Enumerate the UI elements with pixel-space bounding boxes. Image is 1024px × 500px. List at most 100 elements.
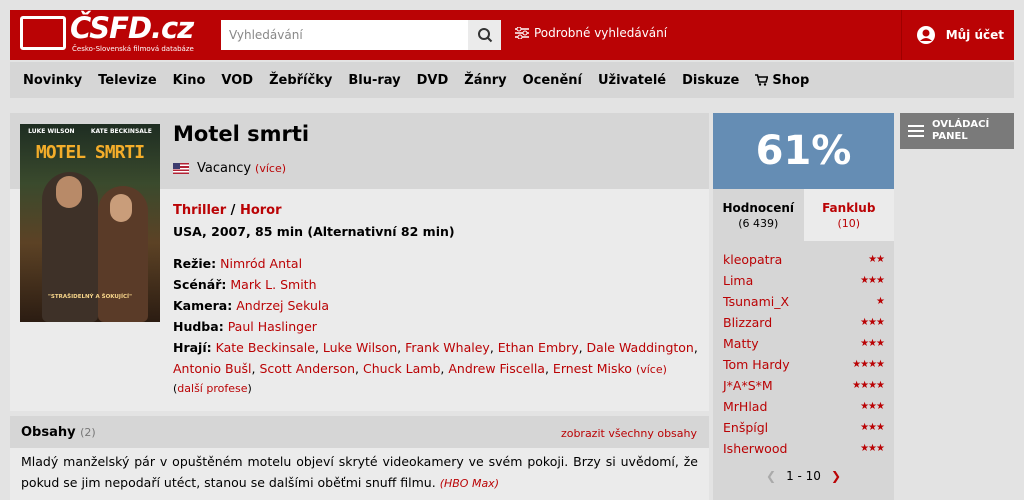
film-poster[interactable]: LUKE WILSON KATE BECKINSALE MOTEL SMRTI … [20, 124, 160, 322]
rating-stars-icon: ★★★★ [852, 380, 885, 391]
nav-oceneni[interactable]: Ocenění [523, 73, 582, 88]
logo-mark [20, 16, 66, 50]
user-link[interactable]: Lima [723, 273, 753, 288]
genre-horor[interactable]: Horor [240, 203, 282, 218]
plot-text: Mladý manželský pár v opuštěném motelu o… [21, 451, 698, 494]
rating-stars-icon: ★★★ [860, 443, 885, 454]
more-actors-link[interactable]: (více) [636, 363, 667, 376]
kamera-label: Kamera: [173, 298, 233, 313]
film-origin: USA, 2007, 85 min (Alternativní 82 min) [173, 224, 455, 239]
control-panel-button[interactable]: OVLÁDACÍ PANEL [900, 113, 1014, 149]
pager-prev-icon[interactable]: ❮ [766, 469, 776, 483]
user-link[interactable]: Tsunami_X [723, 294, 789, 309]
main-nav: Novinky Televize Kino VOD Žebříčky Blu-r… [10, 62, 1014, 98]
advanced-search-link[interactable]: Podrobné vyhledávání [515, 26, 667, 40]
logo[interactable]: ČSFD.cz Česko-Slovenská filmová databáze [20, 11, 194, 56]
creator-link[interactable]: Mark L. Smith [230, 277, 316, 292]
poster-face [110, 194, 132, 222]
actor-link[interactable]: Chuck Lamb [363, 361, 440, 376]
nav-zanry[interactable]: Žánry [464, 73, 506, 88]
more-professions-link[interactable]: další profese [177, 382, 247, 395]
nav-dvd[interactable]: DVD [417, 73, 449, 88]
nav-zebricky[interactable]: Žebříčky [269, 73, 332, 88]
creator-link[interactable]: Nimród Antal [220, 256, 302, 271]
user-link[interactable]: Blizzard [723, 315, 772, 330]
user-link[interactable]: J*A*S*M [723, 378, 773, 393]
creator-link[interactable]: Paul Haslinger [228, 319, 317, 334]
original-title-text: Vacancy [197, 161, 252, 176]
user-link[interactable]: kleopatra [723, 252, 782, 267]
advanced-search-label: Podrobné vyhledávání [534, 26, 668, 40]
user-link[interactable]: Enšpígl [723, 420, 768, 435]
original-title: Vacancy (více) [173, 161, 286, 176]
actor-link[interactable]: Luke Wilson [323, 340, 397, 355]
user-rating-row: J*A*S*M ★★★★ [723, 375, 885, 396]
actor-link[interactable]: Ethan Embry [498, 340, 579, 355]
actor-link[interactable]: Andrew Fiscella [448, 361, 545, 376]
user-rating-row: Isherwood ★★★ [723, 438, 885, 459]
user-rating-row: MrHlad ★★★ [723, 396, 885, 417]
account-label: Můj účet [945, 28, 1004, 42]
sliders-icon [515, 27, 529, 39]
nav-diskuze[interactable]: Diskuze [682, 73, 739, 88]
nav-shop-label: Shop [772, 72, 810, 88]
scenar-label: Scénář: [173, 277, 227, 292]
user-rating-row: Blizzard ★★★ [723, 312, 885, 333]
genre-thriller[interactable]: Thriller [173, 203, 226, 218]
poster-quote: "STRAŠIDELNÝ A ŠOKUJÍCÍ" [48, 294, 132, 300]
actor-link[interactable]: Ernest Misko [553, 361, 632, 376]
hraji-label: Hrají: [173, 340, 212, 355]
tab-fanclub-label: Fanklub [822, 200, 876, 215]
nav-televize[interactable]: Televize [98, 73, 157, 88]
tab-fanclub[interactable]: Fanklub (10) [803, 189, 894, 241]
account-button[interactable]: Můj účet [900, 10, 1014, 60]
nav-kino[interactable]: Kino [173, 73, 206, 88]
rating-stars-icon: ★★ [868, 254, 885, 265]
user-link[interactable]: Tom Hardy [723, 357, 790, 372]
user-link[interactable]: MrHlad [723, 399, 767, 414]
nav-novinky[interactable]: Novinky [23, 73, 82, 88]
logo-text: ČSFD.cz [70, 11, 194, 45]
poster-actor-2: KATE BECKINSALE [90, 128, 152, 135]
tab-ratings[interactable]: Hodnocení (6 439) [713, 189, 804, 241]
control-panel-label-1: OVLÁDACÍ [932, 119, 990, 130]
film-title: Motel smrti [173, 122, 310, 146]
poster-title: MOTEL SMRTI [35, 142, 145, 163]
show-all-plots-link[interactable]: zobrazit všechny obsahy [561, 427, 697, 440]
poster-face [56, 176, 82, 208]
nav-uzivatele[interactable]: Uživatelé [598, 73, 666, 88]
rating-stars-icon: ★★★ [860, 338, 885, 349]
nav-bluray[interactable]: Blu-ray [348, 73, 400, 88]
user-rating-row: Tsunami_X ★ [723, 291, 885, 312]
nav-shop[interactable]: Shop [755, 73, 809, 88]
site-header: ČSFD.cz Česko-Slovenská filmová databáze… [10, 10, 1014, 60]
user-link[interactable]: Isherwood [723, 441, 787, 456]
actor-link[interactable]: Dale Waddington [587, 340, 694, 355]
plot-title: Obsahy (2) [21, 425, 96, 440]
search-box [221, 20, 501, 50]
search-input[interactable] [221, 20, 467, 50]
actor-link[interactable]: Kate Beckinsale [216, 340, 315, 355]
rating-stars-icon: ★★★ [860, 401, 885, 412]
actor-link[interactable]: Antonio Bušl [173, 361, 252, 376]
user-link[interactable]: Matty [723, 336, 759, 351]
actor-link[interactable]: Scott Anderson [259, 361, 355, 376]
nav-vod[interactable]: VOD [221, 73, 253, 88]
plot-source[interactable]: (HBO Max) [440, 477, 499, 490]
plot-title-text: Obsahy [21, 425, 76, 440]
creator-link[interactable]: Andrzej Sekula [236, 298, 329, 313]
poster-actors: LUKE WILSON KATE BECKINSALE [20, 128, 160, 135]
menu-icon [908, 125, 924, 137]
rating-stars-icon: ★★★★ [852, 359, 885, 370]
creator-row-rezie: Režie: Nimród Antal [173, 253, 703, 274]
actor-link[interactable]: Frank Whaley [405, 340, 490, 355]
genres: Thriller / Horor [173, 203, 282, 218]
pager-next-icon[interactable]: ❯ [831, 469, 841, 483]
us-flag-icon [173, 163, 189, 174]
search-button[interactable] [468, 20, 501, 50]
rating-stars-icon: ★ [876, 296, 885, 307]
user-ratings-list: kleopatra ★★ Lima ★★★ Tsunami_X ★ Blizzard ★★★ M… [713, 241, 894, 500]
search-icon [477, 28, 492, 43]
more-titles-link[interactable]: (více) [255, 162, 286, 175]
cart-icon [755, 74, 769, 86]
